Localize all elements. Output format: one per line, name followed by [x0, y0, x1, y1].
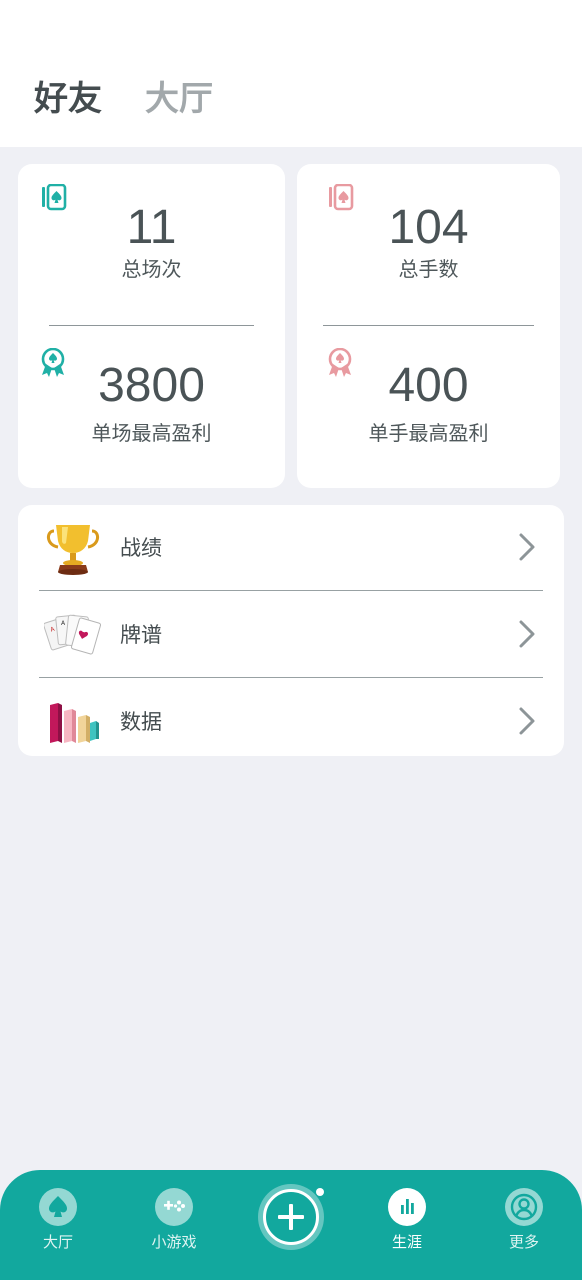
nav-item-more[interactable]: 更多: [484, 1188, 564, 1252]
nav-item-lobby[interactable]: 大厅: [18, 1188, 98, 1252]
total-games-label: 总场次: [121, 257, 182, 281]
chevron-right-icon: [519, 620, 535, 648]
max-game-profit-value: 3800: [98, 359, 205, 412]
notification-dot: [316, 1188, 324, 1196]
gamepad-icon: [155, 1188, 193, 1226]
nav-label-career: 生涯: [391, 1233, 422, 1251]
total-hands-label: 总手数: [398, 257, 459, 281]
trophy-icon: [47, 525, 99, 575]
tab-lobby[interactable]: 大厅: [145, 78, 213, 120]
add-button[interactable]: [258, 1184, 324, 1250]
divider: [39, 677, 543, 678]
max-hand-profit-label: 单手最高盈利: [368, 421, 489, 445]
nav-label-mini-games: 小游戏: [151, 1233, 197, 1251]
bottom-nav: 大厅 小游戏 生涯 更多: [0, 1170, 582, 1280]
chevron-right-icon: [519, 533, 535, 561]
nav-label-lobby: 大厅: [42, 1233, 73, 1251]
plus-icon: [263, 1189, 319, 1245]
nav-item-mini-games[interactable]: 小游戏: [134, 1188, 214, 1252]
divider: [49, 325, 254, 326]
top-header: 好友 大厅: [0, 0, 582, 147]
max-game-profit-label: 单场最高盈利: [91, 421, 212, 445]
user-icon: [505, 1188, 543, 1226]
menu-item-data[interactable]: 数据: [18, 679, 564, 765]
stats-card-right: 104 总手数 400 单手最高盈利: [297, 164, 560, 488]
nav-label-more: 更多: [508, 1233, 539, 1251]
total-hands-value: 104: [388, 201, 469, 254]
max-hand-profit-value: 400: [388, 359, 469, 412]
menu-label-record: 战绩: [120, 536, 162, 560]
menu-item-hand-history[interactable]: A A 牌谱: [18, 592, 564, 678]
menu-card: 战绩 A A 牌谱 数据: [18, 505, 564, 756]
spade-icon: [39, 1188, 77, 1226]
playing-cards-icon: A A: [44, 614, 102, 655]
stats-card-left: 11 总场次 3800 单场最高盈利: [18, 164, 285, 488]
menu-label-data: 数据: [120, 710, 162, 734]
tab-friends[interactable]: 好友: [34, 78, 102, 120]
menu-item-record[interactable]: 战绩: [18, 505, 564, 591]
bar-chart-icon: [388, 1188, 426, 1226]
bar-chart-icon: [50, 703, 99, 743]
total-games-value: 11: [126, 201, 177, 254]
chevron-right-icon: [519, 707, 535, 735]
divider: [39, 590, 543, 591]
divider: [323, 325, 534, 326]
menu-label-hand-history: 牌谱: [120, 623, 162, 647]
nav-item-career[interactable]: 生涯: [367, 1188, 447, 1252]
